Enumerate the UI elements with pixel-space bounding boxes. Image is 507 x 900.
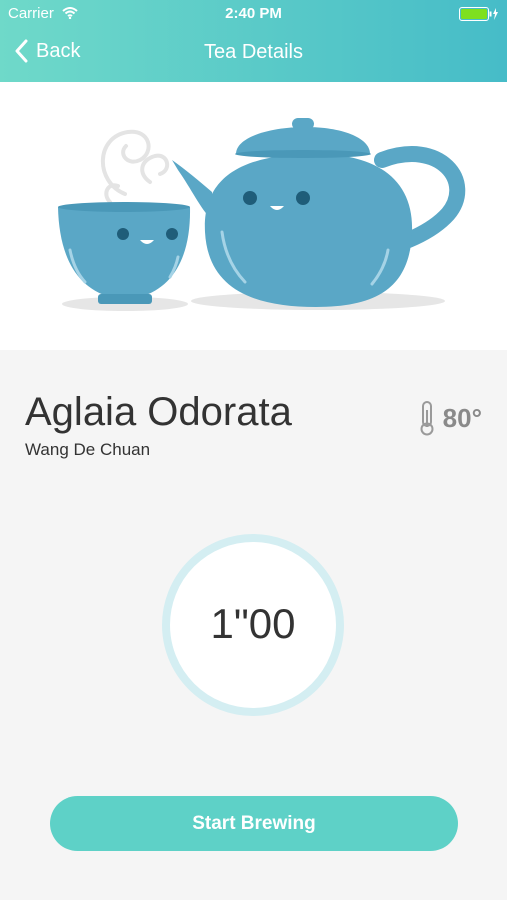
steam-icon [100,129,170,204]
timer-display: 1"00 [210,600,296,647]
page-title: Tea Details [204,41,303,63]
status-bar: Carrier 2:40 PM [0,0,507,26]
temperature-value: 80° [442,402,482,433]
tea-name: Aglaia Odorata [25,390,292,434]
thermometer-icon [420,401,434,436]
header: Carrier 2:40 PM Back Tea Details [0,0,507,82]
teapot-icon [172,118,466,307]
tea-origin: Wang De Chuan [25,440,151,459]
start-brewing-button[interactable]: Start Brewing [50,796,458,851]
temperature: 80° [419,400,482,436]
nav-bar: Back Tea Details [0,30,507,74]
status-time: 2:40 PM [225,5,282,22]
teacup-icon [58,202,191,304]
battery-icon [459,7,499,25]
tea-illustration [0,82,507,350]
